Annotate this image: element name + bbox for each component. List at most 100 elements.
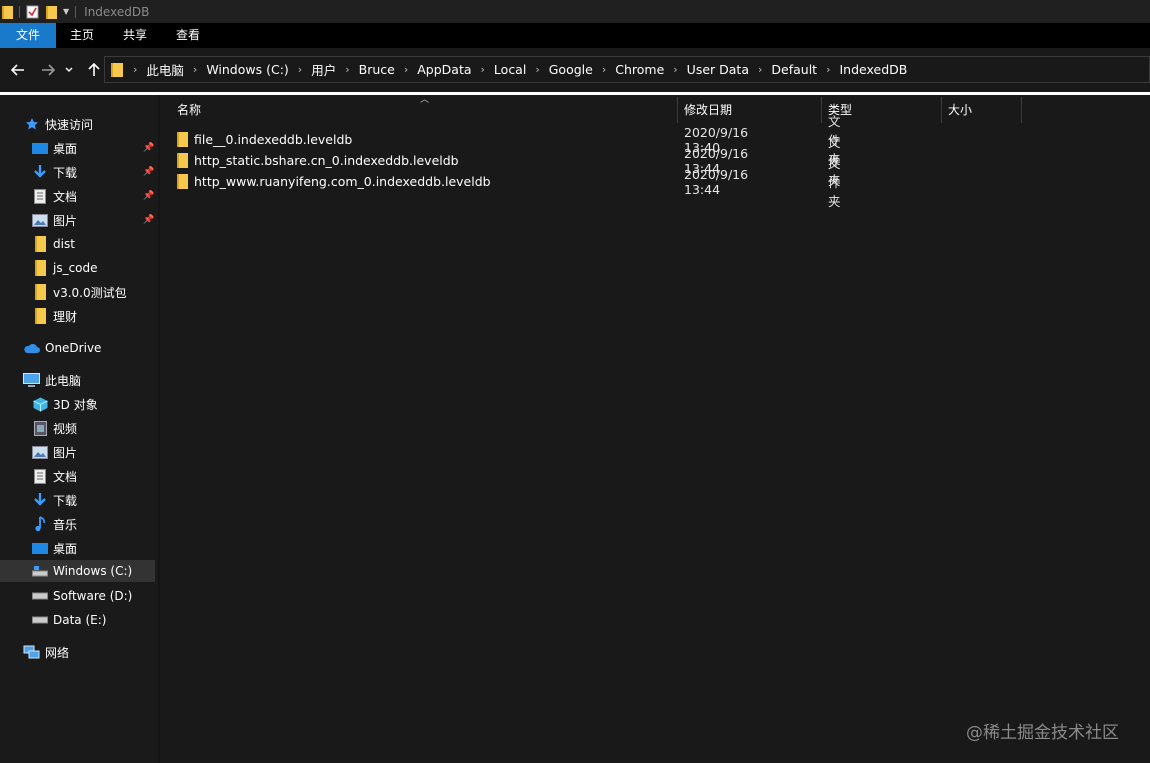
properties-icon[interactable] bbox=[26, 5, 39, 19]
sidebar-item-network[interactable]: 网络 bbox=[22, 641, 69, 663]
chevron-right-icon: › bbox=[403, 63, 409, 76]
chevron-right-icon: › bbox=[192, 63, 198, 76]
sidebar-item-folder[interactable]: 理财 bbox=[32, 305, 77, 327]
breadcrumb[interactable]: User Data › bbox=[687, 62, 772, 77]
sort-ascending-icon: ︿ bbox=[420, 95, 430, 105]
chevron-right-icon: › bbox=[673, 63, 678, 76]
pin-icon[interactable]: 📌 bbox=[143, 215, 154, 225]
sidebar-item-downloads[interactable]: 下载 bbox=[32, 489, 77, 511]
breadcrumb[interactable]: AppData › bbox=[417, 62, 494, 77]
tab-home[interactable]: 主页 bbox=[56, 23, 108, 48]
breadcrumb[interactable]: Local › bbox=[494, 62, 549, 77]
recent-locations-icon[interactable] bbox=[62, 60, 76, 80]
drive-icon bbox=[32, 563, 48, 579]
table-row[interactable]: http_static.bshare.cn_0.indexeddb.leveld… bbox=[176, 135, 841, 188]
pin-icon[interactable]: 📌 bbox=[143, 167, 154, 177]
breadcrumb[interactable]: Default › bbox=[771, 62, 839, 77]
breadcrumb[interactable]: Bruce › bbox=[359, 62, 418, 77]
document-icon bbox=[32, 188, 48, 204]
sidebar-item-folder[interactable]: js_code bbox=[32, 257, 98, 279]
chevron-right-icon: › bbox=[133, 63, 138, 76]
pin-icon[interactable]: 📌 bbox=[143, 191, 154, 201]
forward-arrow-icon[interactable] bbox=[38, 60, 58, 80]
sidebar-item-folder[interactable]: dist bbox=[32, 233, 75, 255]
sidebar-item-desktop[interactable]: 桌面 bbox=[32, 537, 77, 559]
divider bbox=[75, 5, 77, 18]
download-icon bbox=[32, 492, 48, 508]
sidebar-item-downloads[interactable]: 下载 📌 bbox=[32, 161, 158, 183]
sidebar-item-documents[interactable]: 文档 bbox=[32, 465, 77, 487]
cube-icon bbox=[32, 396, 48, 412]
sidebar-item-pictures[interactable]: 图片 bbox=[32, 441, 77, 463]
sidebar-item-music[interactable]: 音乐 bbox=[32, 513, 77, 535]
chevron-right-icon: › bbox=[757, 63, 763, 76]
breadcrumb[interactable]: Windows (C:) › bbox=[206, 62, 311, 77]
new-folder-icon[interactable] bbox=[46, 5, 57, 19]
drive-icon bbox=[32, 588, 48, 604]
sidebar-item-documents[interactable]: 文档 📌 bbox=[32, 185, 158, 207]
breadcrumb[interactable]: 此电脑 › bbox=[146, 60, 206, 79]
chevron-right-icon: › bbox=[297, 63, 303, 76]
chevron-right-icon: › bbox=[535, 63, 540, 76]
breadcrumb[interactable]: Chrome › bbox=[615, 62, 686, 77]
desktop-icon bbox=[32, 540, 48, 556]
file-date: 2020/9/16 13:44 bbox=[684, 166, 749, 197]
music-note-icon bbox=[32, 516, 48, 532]
sidebar-item-desktop[interactable]: 桌面 📌 bbox=[32, 137, 158, 159]
table-row[interactable]: file__0.indexeddb.leveldb 2020/9/16 13:4… bbox=[176, 114, 841, 167]
sidebar-item-videos[interactable]: 视频 bbox=[32, 417, 77, 439]
sidebar-item-drive-e[interactable]: Data (E:) bbox=[32, 609, 106, 631]
sidebar-item-pictures[interactable]: 图片 📌 bbox=[32, 209, 158, 231]
title-bar: ▼ IndexedDB bbox=[0, 0, 1150, 23]
sidebar-item-this-pc[interactable]: 此电脑 bbox=[22, 369, 81, 391]
breadcrumb[interactable]: Google › bbox=[549, 62, 616, 77]
column-divider[interactable] bbox=[941, 97, 942, 123]
chevron-right-icon: › bbox=[826, 63, 831, 76]
folder-icon bbox=[32, 308, 48, 324]
chevron-right-icon: › bbox=[480, 63, 485, 76]
star-icon bbox=[24, 116, 40, 132]
folder-icon bbox=[111, 62, 123, 77]
folder-icon bbox=[32, 284, 48, 300]
file-name: http_static.bshare.cn_0.indexeddb.leveld… bbox=[194, 153, 459, 168]
file-type: 文件夹 bbox=[828, 156, 841, 209]
computer-icon bbox=[22, 372, 40, 388]
sidebar-item-folder[interactable]: v3.0.0测试包 bbox=[32, 281, 127, 303]
column-header-date[interactable]: 修改日期 bbox=[684, 95, 732, 123]
back-arrow-icon[interactable] bbox=[8, 60, 28, 80]
sidebar-item-drive-c[interactable]: Windows (C:) bbox=[0, 560, 155, 582]
column-divider[interactable] bbox=[1021, 97, 1022, 123]
breadcrumb[interactable]: 用户 › bbox=[311, 60, 358, 79]
tab-view[interactable]: 查看 bbox=[162, 23, 214, 48]
column-header-size[interactable]: 大小 bbox=[948, 95, 972, 123]
column-divider[interactable] bbox=[677, 97, 678, 123]
table-row[interactable]: http_www.ruanyifeng.com_0.indexeddb.leve… bbox=[176, 156, 841, 209]
file-name: http_www.ruanyifeng.com_0.indexeddb.leve… bbox=[194, 174, 491, 189]
chevron-right-icon: › bbox=[345, 63, 350, 76]
file-list: ︿ 名称 修改日期 类型 大小 file__0.indexeddb.leveld… bbox=[160, 95, 1150, 763]
up-arrow-icon[interactable] bbox=[84, 60, 104, 80]
customize-toolbar-icon[interactable]: ▼ bbox=[63, 7, 69, 16]
pin-icon[interactable]: 📌 bbox=[143, 143, 154, 153]
tab-file[interactable]: 文件 bbox=[0, 23, 56, 48]
document-icon bbox=[32, 468, 48, 484]
desktop-icon bbox=[32, 140, 48, 156]
sidebar-item-3d-objects[interactable]: 3D 对象 bbox=[32, 393, 98, 415]
folder-icon bbox=[177, 132, 188, 147]
watermark: @稀土掘金技术社区 bbox=[966, 723, 1119, 743]
breadcrumb-current[interactable]: IndexedDB bbox=[839, 62, 907, 77]
folder-icon bbox=[32, 236, 48, 252]
divider bbox=[19, 5, 20, 18]
tab-share[interactable]: 共享 bbox=[108, 23, 162, 48]
sidebar-item-drive-d[interactable]: Software (D:) bbox=[32, 585, 132, 607]
network-icon bbox=[22, 644, 40, 660]
column-header-name[interactable]: 名称 bbox=[177, 95, 201, 123]
navigation-pane: 快速访问 桌面 📌 下载 📌 文档 📌 图片 📌 dist js_code v3… bbox=[0, 95, 158, 763]
folder-icon bbox=[2, 5, 13, 19]
chevron-right-icon: › bbox=[601, 63, 607, 76]
breadcrumb-root[interactable]: › bbox=[131, 63, 146, 76]
sidebar-item-quick-access[interactable]: 快速访问 bbox=[24, 113, 93, 135]
column-divider[interactable] bbox=[821, 97, 822, 123]
sidebar-item-onedrive[interactable]: OneDrive bbox=[22, 337, 101, 359]
address-bar[interactable]: › 此电脑 › Windows (C:) › 用户 › Bruce › AppData ›… bbox=[104, 56, 1150, 83]
